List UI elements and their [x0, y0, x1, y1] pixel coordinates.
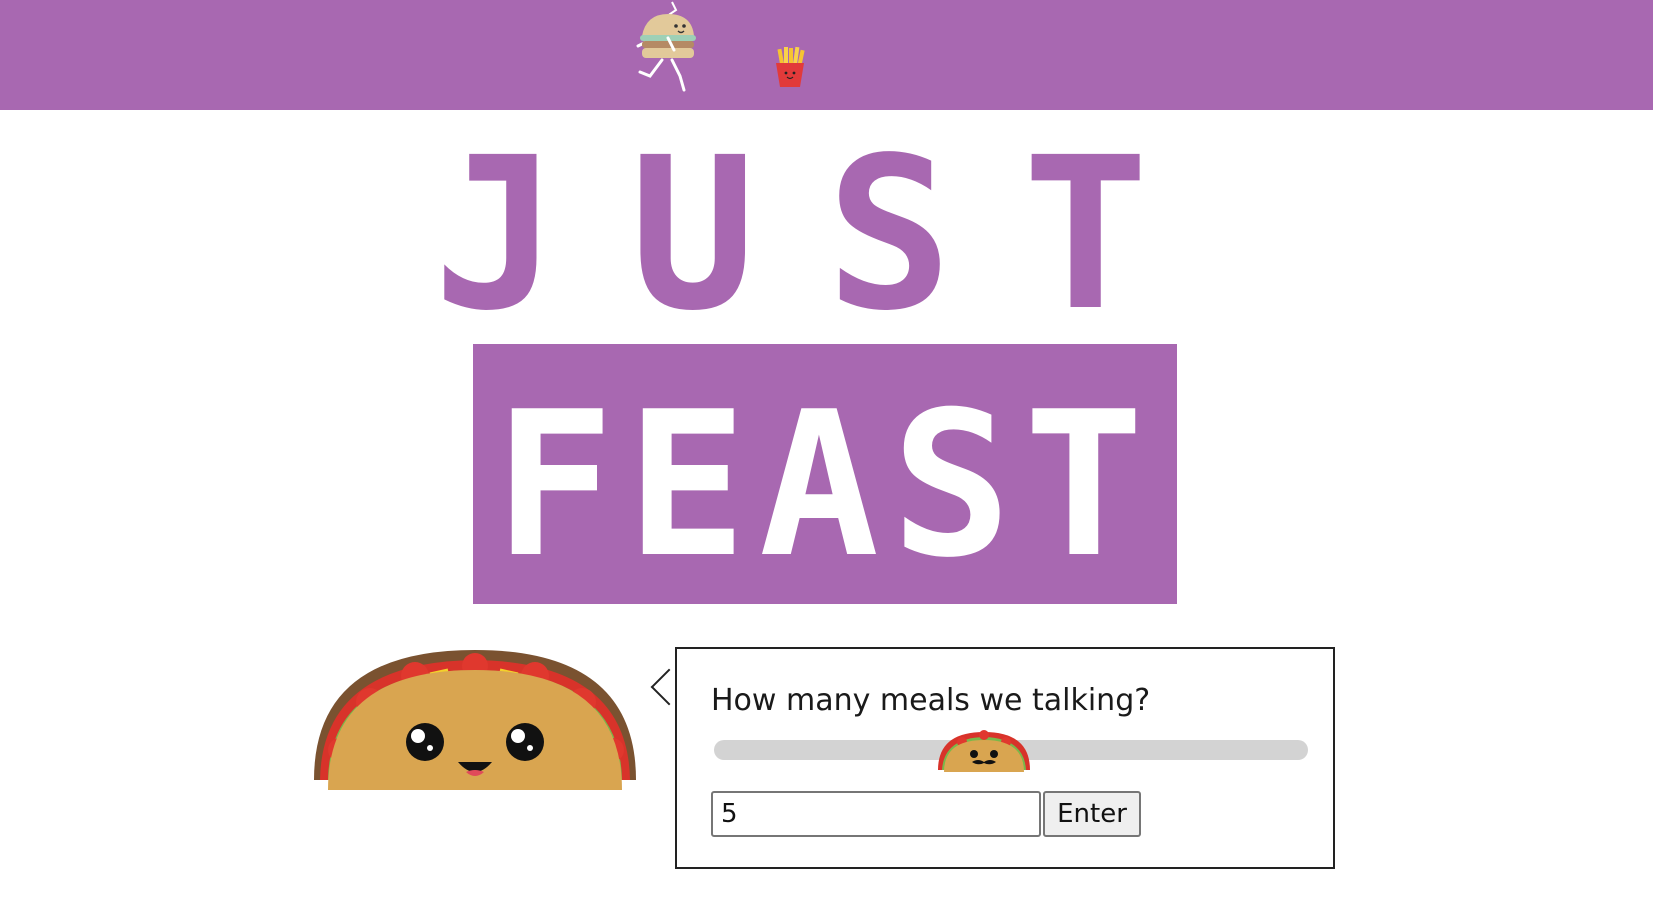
logo-text-feast: FEAST: [494, 369, 1156, 602]
fries-icon: [776, 46, 805, 87]
logo-feast-box: FEAST: [473, 344, 1177, 604]
meals-count-input[interactable]: [711, 791, 1041, 837]
logo-line-just: JUST: [433, 132, 1219, 322]
logo-text-just: JUST: [433, 132, 1219, 322]
logo-line-feast: FEAST: [494, 369, 1156, 602]
enter-button[interactable]: Enter: [1043, 791, 1141, 837]
header-bar: [0, 0, 1653, 110]
meals-question: How many meals we talking?: [711, 683, 1151, 718]
running-burger-icon: [636, 1, 696, 92]
mustache-taco-icon[interactable]: [934, 724, 1034, 774]
happy-taco-icon: [314, 650, 636, 790]
speech-bubble: How many meals we talking? Enter: [675, 647, 1335, 869]
